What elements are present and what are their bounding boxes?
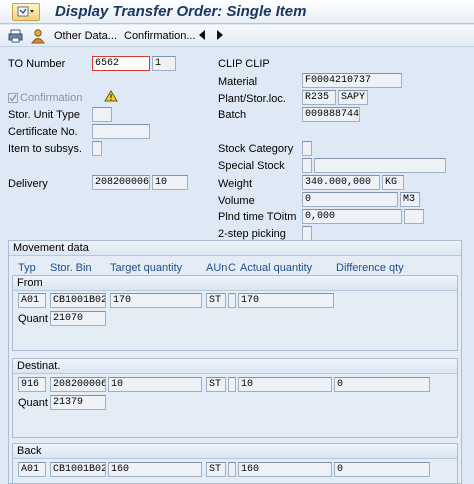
column-target-quantity: Target quantity [110, 262, 183, 274]
weight-unit-field[interactable]: KG [382, 175, 404, 190]
column-stor-bin: Stor. Bin [50, 262, 92, 274]
person-icon[interactable] [30, 28, 46, 44]
back-typ-field[interactable]: A01 [18, 462, 46, 477]
volume-field[interactable]: 0 [302, 192, 398, 207]
volume-unit-field[interactable]: M3 [400, 192, 420, 207]
from-quant-field[interactable]: 21070 [50, 311, 106, 326]
back-title: Back [13, 444, 457, 459]
from-typ-field[interactable]: A01 [18, 293, 46, 308]
stock-category-label: Stock Category [218, 143, 294, 155]
from-title: From [13, 276, 457, 291]
two-step-picking-label: 2-step picking [218, 228, 286, 240]
to-item-field[interactable]: 1 [152, 56, 176, 71]
item-to-subsys-label: Item to subsys. [8, 143, 82, 155]
volume-label: Volume [218, 195, 255, 207]
stor-loc-field[interactable]: SAPY [338, 90, 368, 105]
menu-button[interactable] [12, 3, 40, 21]
next-arrow-icon[interactable] [216, 30, 224, 43]
print-icon[interactable] [8, 28, 24, 44]
stor-unit-type-label: Stor. Unit Type [8, 109, 80, 121]
material-label: Material [218, 76, 258, 88]
certificate-field[interactable] [92, 124, 150, 139]
special-stock-label: Special Stock [218, 160, 285, 172]
plant-field[interactable]: R235 [302, 90, 336, 105]
back-bin-field[interactable]: CB1001B02 [50, 462, 106, 477]
warning-icon [104, 90, 118, 105]
destination-quant-label: Quant [18, 397, 48, 409]
certificate-label: Certificate No. [8, 126, 78, 138]
batch-label: Batch [218, 109, 247, 121]
column-difference-qty: Difference qty [336, 262, 404, 274]
confirmation-button[interactable]: Confirmation... [124, 30, 196, 42]
from-target-qty-field[interactable]: 170 [110, 293, 202, 308]
to-number-label: TO Number [8, 58, 66, 70]
back-actual-qty-field[interactable]: 160 [238, 462, 332, 477]
from-c-field[interactable] [228, 293, 236, 308]
plnd-time-label: Plnd time TOitm [218, 211, 297, 223]
item-to-subsys-field[interactable] [92, 141, 102, 156]
back-diff-qty-field[interactable]: 0 [334, 462, 430, 477]
confirmation-checkbox[interactable] [8, 93, 18, 103]
to-number-field[interactable]: 6562 [92, 56, 150, 71]
destination-typ-field[interactable]: 916 [18, 377, 46, 392]
delivery-item-field[interactable]: 10 [152, 175, 188, 190]
two-step-picking-field[interactable] [302, 226, 312, 241]
weight-field[interactable]: 340.000,000 [302, 175, 380, 190]
weight-label: Weight [218, 178, 253, 190]
plant-label: Plant/Stor.loc. [218, 93, 286, 105]
destination-title: Destinat. [13, 359, 457, 374]
destination-c-field[interactable] [228, 377, 236, 392]
back-target-qty-field[interactable]: 160 [108, 462, 202, 477]
from-bin-field[interactable]: CB1001B02 [50, 293, 106, 308]
destination-actual-qty-field[interactable]: 10 [238, 377, 332, 392]
column-actual-quantity: Actual quantity [240, 262, 313, 274]
stor-unit-type-field[interactable] [92, 107, 112, 122]
destination-target-qty-field[interactable]: 10 [108, 377, 202, 392]
destination-quant-field[interactable]: 21379 [50, 395, 106, 410]
stock-category-field[interactable] [302, 141, 312, 156]
material-description: CLIP CLIP [218, 58, 270, 70]
other-data-button[interactable]: Other Data... [54, 30, 117, 42]
batch-field[interactable]: 0098887448 [302, 107, 360, 122]
window-title: Display Transfer Order: Single Item [55, 3, 307, 20]
back-aun-field[interactable]: ST [206, 462, 226, 477]
column-c: C [228, 262, 236, 274]
destination-bin-field[interactable]: 2082000062 [50, 377, 106, 392]
from-aun-field[interactable]: ST [206, 293, 226, 308]
special-stock-number-field[interactable] [314, 158, 446, 173]
column-typ: Typ [18, 262, 36, 274]
column-aun: AUn [206, 262, 228, 274]
from-quant-label: Quant [18, 313, 48, 325]
destination-aun-field[interactable]: ST [206, 377, 226, 392]
plnd-time-field[interactable]: 0,000 [302, 209, 402, 224]
material-field[interactable]: F0004210737 [302, 73, 402, 88]
special-stock-field[interactable] [302, 158, 312, 173]
movement-data-title: Movement data [9, 241, 461, 256]
from-actual-qty-field[interactable]: 170 [238, 293, 334, 308]
delivery-label: Delivery [8, 178, 48, 190]
menu-icon [17, 6, 34, 17]
delivery-field[interactable]: 2082000062 [92, 175, 150, 190]
previous-arrow-icon[interactable] [198, 30, 206, 43]
confirmation-label: Confirmation [20, 92, 83, 104]
destination-diff-qty-field[interactable]: 0 [334, 377, 430, 392]
plnd-time-unit-field[interactable] [404, 209, 424, 224]
back-c-field[interactable] [228, 462, 236, 477]
